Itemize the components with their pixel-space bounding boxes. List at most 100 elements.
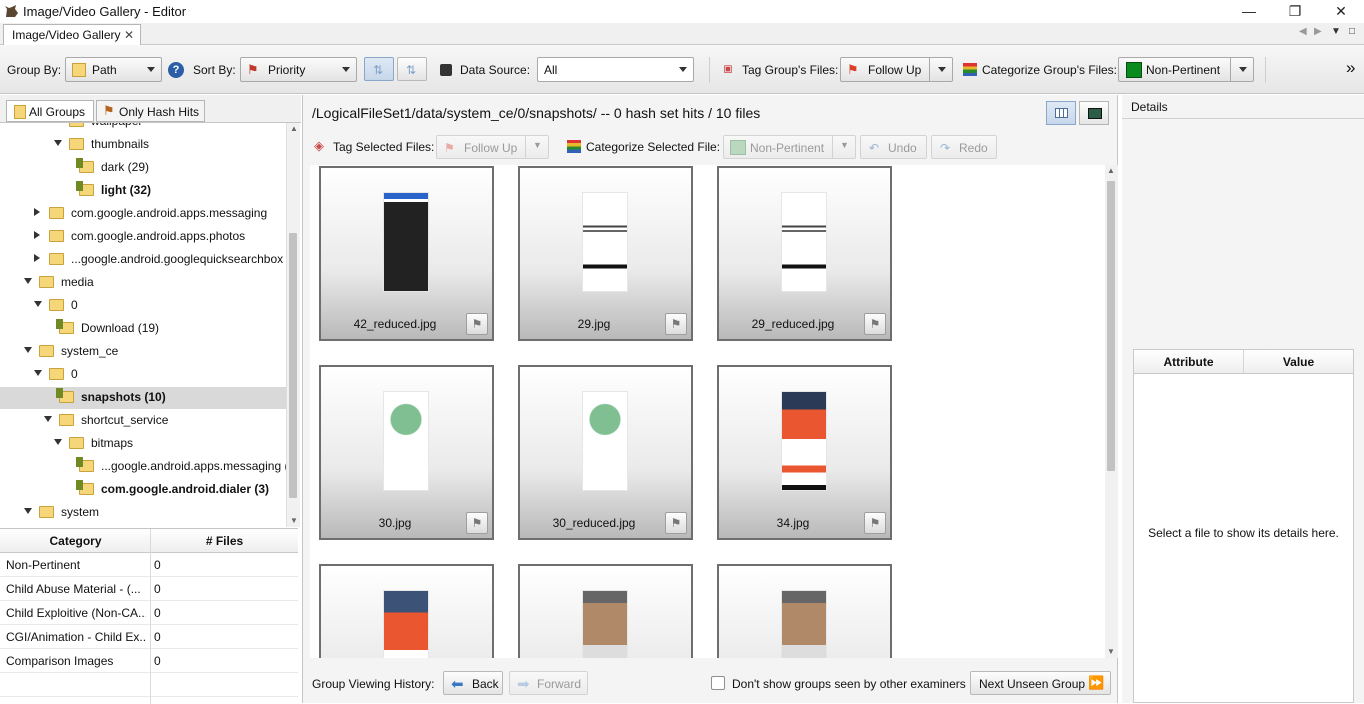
thumbnail-card[interactable]: 30.jpg ⚑ (319, 365, 494, 540)
table-row[interactable]: CGI/Animation - Child Ex... 0 (0, 625, 298, 649)
tree-node[interactable]: ...google.android.googlequicksearchbox (0, 249, 286, 271)
close-window-button[interactable]: ✕ (1318, 0, 1364, 23)
redo-button[interactable]: ↷ Redo (931, 135, 997, 159)
tree-node[interactable]: snapshots (10) (0, 387, 286, 409)
tree-node[interactable]: com.google.android.apps.messaging (0, 203, 286, 225)
document-tab-row: Image/Video Gallery ✕ ◀ ▶ ▼ □ (0, 23, 1364, 45)
tree-node[interactable]: com.google.android.apps.photos (0, 226, 286, 248)
thumbnail-card[interactable]: 29.jpg ⚑ (518, 166, 693, 341)
tab-only-hash-hits[interactable]: ⚑ Only Hash Hits (96, 100, 205, 122)
data-source-value: All (544, 63, 558, 77)
tag-selected-split-button[interactable]: ⚑ Follow Up ▼ (436, 135, 549, 159)
scrollbar-thumb[interactable] (289, 233, 297, 498)
chevron-down-icon[interactable] (1239, 67, 1247, 72)
tree-node[interactable]: system_ce (0, 341, 286, 363)
follow-up-flag-icon[interactable]: ⚑ (665, 512, 687, 534)
tab-all-groups[interactable]: All Groups (6, 100, 94, 122)
thumbnail-card[interactable]: ⚑ (518, 564, 693, 658)
expand-arrow-icon[interactable] (44, 416, 52, 422)
scroll-up-icon[interactable]: ▲ (1107, 166, 1115, 175)
tree-scrollbar[interactable]: ▲ ▼ (286, 123, 300, 527)
toolbar-overflow-icon[interactable]: » (1346, 58, 1355, 78)
dont-show-checkbox[interactable] (711, 676, 725, 690)
categorize-group-split-button[interactable]: Non-Pertinent (1118, 57, 1254, 82)
tag-group-split-button[interactable]: ⚑ Follow Up (840, 57, 953, 82)
chevron-down-icon[interactable]: ▼ (840, 140, 849, 150)
restore-pane-icon[interactable]: □ (1349, 26, 1355, 37)
tree-node[interactable]: thumbnails (0, 134, 286, 156)
follow-up-flag-icon[interactable]: ⚑ (466, 313, 488, 335)
sort-descending-button[interactable]: ⇅ (397, 57, 427, 81)
scroll-tabs-left-icon[interactable]: ◀ (1299, 26, 1307, 37)
expand-arrow-icon[interactable] (24, 347, 32, 353)
expand-arrow-icon[interactable] (24, 508, 32, 514)
tree-node[interactable]: media (0, 272, 286, 294)
table-row[interactable]: Non-Pertinent 0 (0, 553, 298, 577)
column-header-attribute[interactable]: Attribute (1134, 350, 1244, 374)
minimize-button[interactable]: — (1226, 0, 1272, 23)
undo-label: Undo (888, 141, 917, 155)
thumbnail-card[interactable]: ⚑ (717, 564, 892, 658)
scroll-down-icon[interactable]: ▼ (1107, 647, 1115, 656)
collapse-arrow-icon[interactable] (34, 208, 40, 216)
follow-up-flag-icon[interactable]: ⚑ (466, 512, 488, 534)
thumbnail-card[interactable]: 29_reduced.jpg ⚑ (717, 166, 892, 341)
scrollbar-thumb[interactable] (1107, 181, 1115, 471)
chevron-down-icon[interactable] (938, 67, 946, 72)
scroll-down-icon[interactable]: ▼ (290, 516, 298, 525)
tree-node[interactable]: shortcut_service (0, 410, 286, 432)
thumbnail-card[interactable]: 42_reduced.jpg ⚑ (319, 166, 494, 341)
tree-node[interactable]: 0 (0, 364, 286, 386)
follow-up-flag-icon[interactable]: ⚑ (864, 512, 886, 534)
tab-list-dropdown-icon[interactable]: ▼ (1331, 26, 1341, 37)
expand-arrow-icon[interactable] (24, 278, 32, 284)
column-header-files[interactable]: # Files (151, 529, 298, 553)
table-row[interactable]: Child Exploitive (Non-CA... 0 (0, 601, 298, 625)
tree-node[interactable]: ...google.android.apps.messaging (4) (0, 456, 286, 478)
forward-button[interactable]: ➡ Forward (509, 671, 588, 695)
tree-node[interactable]: com.google.android.dialer (3) (0, 479, 286, 501)
slideshow-view-button[interactable] (1079, 101, 1109, 125)
tree-node[interactable]: system (0, 502, 286, 524)
expand-arrow-icon[interactable] (54, 140, 62, 146)
help-icon[interactable]: ? (168, 62, 184, 78)
column-header-value[interactable]: Value (1244, 350, 1353, 374)
tree-node-label: system (61, 505, 100, 519)
grid-view-button[interactable] (1046, 101, 1076, 125)
tree-node[interactable]: light (32) (0, 180, 286, 202)
thumbnail-card[interactable]: 30_reduced.jpg ⚑ (518, 365, 693, 540)
tree-node[interactable]: dark (29) (0, 157, 286, 179)
thumbnail-card[interactable]: ⚑ (319, 564, 494, 658)
table-row[interactable]: Comparison Images 0 (0, 649, 298, 673)
chevron-down-icon[interactable]: ▼ (533, 140, 542, 150)
back-button[interactable]: ⬅ Back (443, 671, 503, 695)
expand-arrow-icon[interactable] (34, 301, 42, 307)
tree-node[interactable]: bitmaps (0, 433, 286, 455)
sort-ascending-button[interactable]: ⇅ (364, 57, 394, 81)
group-by-select[interactable]: Path (65, 57, 162, 82)
table-row[interactable]: Child Abuse Material - (... 0 (0, 577, 298, 601)
categorize-selected-split-button[interactable]: Non-Pertinent ▼ (723, 135, 856, 159)
thumbnail-card[interactable]: 34.jpg ⚑ (717, 365, 892, 540)
expand-arrow-icon[interactable] (34, 370, 42, 376)
collapse-arrow-icon[interactable] (34, 231, 40, 239)
next-unseen-group-button[interactable]: Next Unseen Group ⏩ (970, 671, 1111, 695)
maximize-button[interactable]: ❐ (1272, 0, 1318, 23)
collapse-arrow-icon[interactable] (34, 254, 40, 262)
follow-up-flag-icon[interactable]: ⚑ (864, 313, 886, 335)
column-header-category[interactable]: Category (0, 529, 151, 553)
expand-arrow-icon[interactable] (54, 439, 62, 445)
scroll-up-icon[interactable]: ▲ (290, 124, 298, 133)
follow-up-flag-icon[interactable]: ⚑ (665, 313, 687, 335)
tree-node[interactable]: Download (19) (0, 318, 286, 340)
scroll-tabs-right-icon[interactable]: ▶ (1314, 26, 1322, 37)
undo-button[interactable]: ↶ Undo (860, 135, 927, 159)
tab-image-video-gallery[interactable]: Image/Video Gallery ✕ (3, 24, 141, 45)
close-tab-icon[interactable]: ✕ (124, 28, 134, 42)
sort-by-select[interactable]: ⚑ Priority (240, 57, 357, 82)
tree-node[interactable]: wallpaper (0, 123, 286, 133)
data-source-icon (440, 64, 452, 76)
data-source-select[interactable]: All (537, 57, 694, 82)
grid-scrollbar[interactable]: ▲ ▼ (1105, 165, 1118, 658)
tree-node[interactable]: 0 (0, 295, 286, 317)
